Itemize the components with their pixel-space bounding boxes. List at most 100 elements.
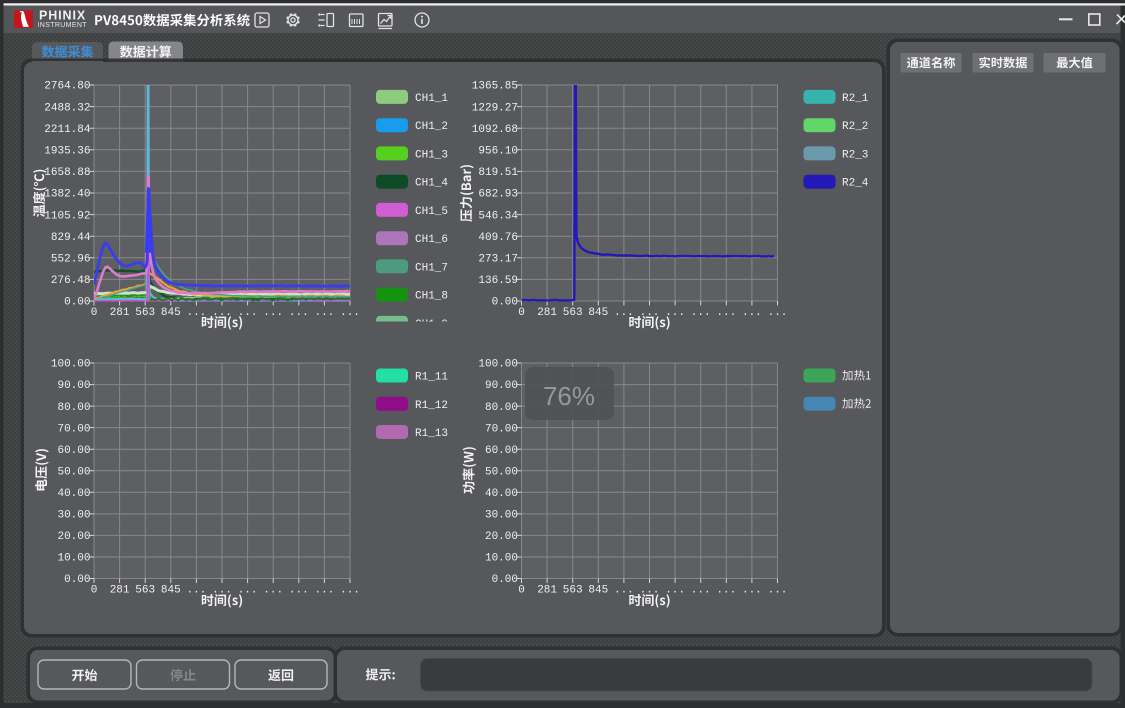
svg-text:CH1_4: CH1_4: [415, 178, 448, 190]
svg-text:2764.80: 2764.80: [44, 81, 90, 93]
svg-text:R2_1: R2_1: [842, 93, 869, 105]
svg-text:30.00: 30.00: [57, 510, 90, 522]
svg-text:100.00: 100.00: [478, 359, 518, 371]
svg-text:409.76: 409.76: [478, 232, 518, 244]
svg-text:...: ...: [716, 307, 736, 319]
svg-text:10.00: 10.00: [57, 553, 90, 565]
svg-text:...: ...: [238, 585, 258, 597]
svg-text:845: 845: [588, 585, 608, 597]
svg-text:0: 0: [518, 307, 525, 319]
svg-text:281: 281: [110, 585, 130, 597]
svg-text:2488.32: 2488.32: [44, 102, 90, 114]
svg-text:70.00: 70.00: [57, 423, 90, 435]
svg-text:90.00: 90.00: [485, 380, 518, 392]
svg-text:1229.27: 1229.27: [472, 102, 518, 114]
svg-text:0: 0: [91, 307, 98, 319]
svg-text:CH1_5: CH1_5: [415, 206, 448, 218]
svg-text:50.00: 50.00: [57, 466, 90, 478]
svg-text:90.00: 90.00: [57, 380, 90, 392]
svg-text:819.51: 819.51: [478, 167, 518, 179]
svg-text:281: 281: [537, 585, 557, 597]
svg-text:R1_11: R1_11: [415, 372, 448, 384]
svg-text:...: ...: [263, 307, 283, 319]
svg-text:CH1_8: CH1_8: [415, 291, 448, 303]
svg-text:281: 281: [537, 307, 557, 319]
svg-text:...: ...: [340, 585, 360, 597]
svg-text:0.00: 0.00: [492, 574, 518, 586]
svg-text:2211.84: 2211.84: [44, 124, 91, 136]
svg-text:...: ...: [665, 307, 685, 319]
svg-text:829.44: 829.44: [51, 232, 91, 244]
svg-text:PHINIX: PHINIX: [39, 9, 86, 23]
svg-text:R1_13: R1_13: [415, 428, 448, 440]
svg-text:273.17: 273.17: [478, 254, 518, 266]
svg-text:546.34: 546.34: [478, 210, 518, 222]
svg-text:1365.85: 1365.85: [472, 81, 518, 93]
svg-text:INSTRUMENT: INSTRUMENT: [38, 22, 88, 29]
svg-text:...: ...: [186, 585, 206, 597]
svg-text:...: ...: [768, 307, 788, 319]
svg-text:1092.68: 1092.68: [472, 124, 518, 136]
svg-text:40.00: 40.00: [485, 488, 518, 500]
svg-text:1105.92: 1105.92: [44, 210, 90, 222]
svg-text:R1_12: R1_12: [415, 400, 448, 412]
svg-text:CH1_3: CH1_3: [415, 149, 448, 161]
svg-text:R2_4: R2_4: [842, 178, 869, 190]
svg-text:563: 563: [563, 585, 583, 597]
svg-text:60.00: 60.00: [485, 445, 518, 457]
svg-text:CH1_2: CH1_2: [415, 121, 448, 133]
svg-text:845: 845: [161, 585, 181, 597]
svg-text:...: ...: [340, 307, 360, 319]
svg-text:100.00: 100.00: [51, 359, 91, 371]
svg-text:...: ...: [614, 585, 634, 597]
svg-text:...: ...: [742, 585, 762, 597]
svg-text:CH1_7: CH1_7: [415, 262, 448, 274]
svg-text:50.00: 50.00: [485, 466, 518, 478]
svg-text:...: ...: [238, 307, 258, 319]
svg-text:...: ...: [289, 307, 309, 319]
svg-text:40.00: 40.00: [57, 488, 90, 500]
svg-text:30.00: 30.00: [485, 510, 518, 522]
svg-text:0: 0: [91, 585, 98, 597]
svg-text:...: ...: [691, 307, 711, 319]
svg-text:136.59: 136.59: [478, 275, 518, 287]
svg-text:845: 845: [588, 307, 608, 319]
svg-text:R2_3: R2_3: [842, 149, 868, 161]
svg-text:...: ...: [768, 585, 788, 597]
svg-text:70.00: 70.00: [485, 423, 518, 435]
svg-text:563: 563: [135, 585, 155, 597]
svg-text:20.00: 20.00: [485, 531, 518, 543]
svg-text:...: ...: [314, 307, 334, 319]
svg-text:80.00: 80.00: [485, 402, 518, 414]
svg-text:563: 563: [563, 307, 583, 319]
svg-text:...: ...: [742, 307, 762, 319]
svg-text:80.00: 80.00: [57, 402, 90, 414]
svg-text:0.00: 0.00: [492, 297, 518, 309]
svg-text:60.00: 60.00: [57, 445, 90, 457]
svg-text:1658.88: 1658.88: [44, 167, 90, 179]
svg-text:682.93: 682.93: [478, 189, 518, 201]
svg-text:...: ...: [691, 585, 711, 597]
svg-text:CH1_1: CH1_1: [415, 93, 448, 105]
svg-text:552.96: 552.96: [51, 254, 91, 266]
svg-text:CH1_6: CH1_6: [415, 234, 448, 246]
svg-text:...: ...: [716, 585, 736, 597]
svg-text:0.00: 0.00: [64, 574, 90, 586]
svg-text:845: 845: [161, 307, 181, 319]
svg-text:956.10: 956.10: [478, 146, 518, 158]
svg-text:0.00: 0.00: [64, 297, 90, 309]
svg-text:R2_2: R2_2: [842, 121, 868, 133]
svg-text:1935.36: 1935.36: [44, 146, 90, 158]
svg-text:...: ...: [263, 585, 283, 597]
svg-text:76%: 76%: [543, 381, 595, 411]
svg-text:...: ...: [314, 585, 334, 597]
svg-text:...: ...: [289, 585, 309, 597]
svg-text:1382.40: 1382.40: [44, 189, 90, 201]
svg-text:563: 563: [135, 307, 155, 319]
svg-text:20.00: 20.00: [57, 531, 90, 543]
svg-text:0: 0: [518, 585, 525, 597]
svg-text:...: ...: [665, 585, 685, 597]
svg-text:276.48: 276.48: [51, 275, 91, 287]
svg-text:10.00: 10.00: [485, 553, 518, 565]
svg-text:281: 281: [110, 307, 130, 319]
